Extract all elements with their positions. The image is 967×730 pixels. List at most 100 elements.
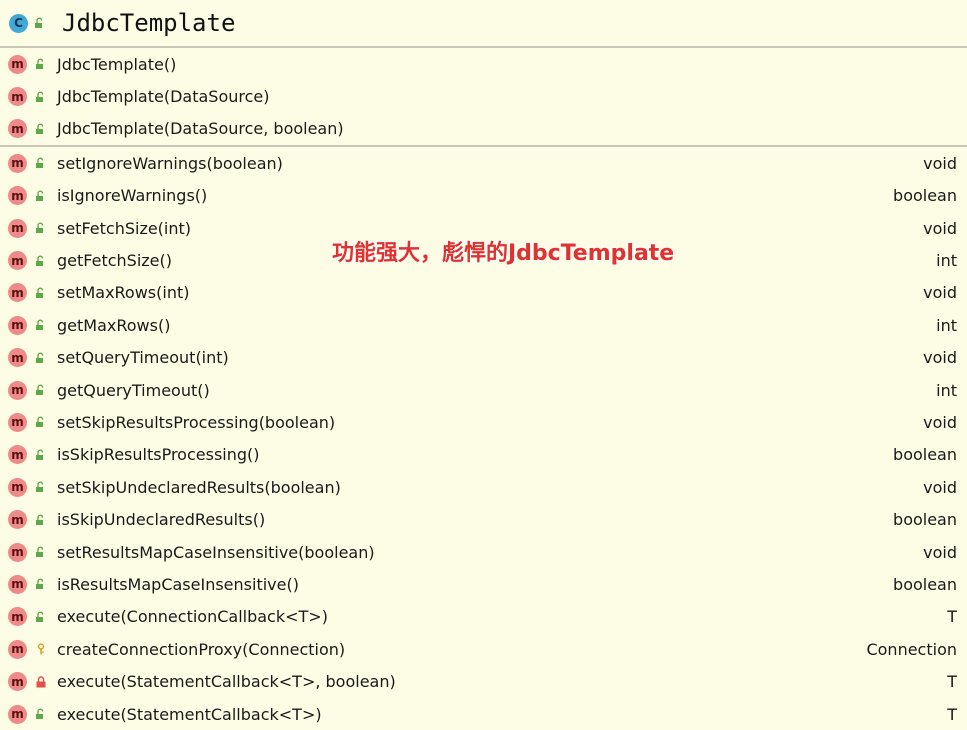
method-row[interactable]: m setIgnoreWarnings(boolean) void [0, 147, 967, 179]
public-visibility-icon [35, 708, 47, 720]
return-type: T [947, 672, 957, 692]
return-type: boolean [893, 574, 957, 594]
public-visibility-icon [35, 222, 47, 234]
return-type: boolean [893, 186, 957, 206]
class-icon: C [9, 13, 28, 33]
public-visibility-icon [35, 157, 47, 169]
return-type: void [923, 412, 957, 432]
return-type: T [947, 704, 957, 724]
method-row[interactable]: m setMaxRows(int) void [0, 277, 967, 309]
method-icon: m [8, 445, 27, 465]
public-visibility-icon [35, 58, 47, 70]
return-type: int [936, 251, 957, 271]
method-signature: setIgnoreWarnings(boolean) [57, 153, 283, 173]
return-type: Connection [866, 639, 957, 659]
method-icon: m [8, 574, 27, 594]
method-row[interactable]: m setSkipUndeclaredResults(boolean) void [0, 471, 967, 503]
method-row[interactable]: m getMaxRows() int [0, 309, 967, 341]
method-row[interactable]: m execute(StatementCallback<T>, boolean) T [0, 665, 967, 697]
public-visibility-icon [35, 546, 47, 558]
public-visibility-icon [35, 123, 47, 135]
method-signature: setSkipUndeclaredResults(boolean) [57, 477, 341, 497]
method-signature: isIgnoreWarnings() [57, 186, 208, 206]
method-signature: execute(ConnectionCallback<T>) [57, 607, 328, 627]
method-row[interactable]: m createConnectionProxy(Connection) Connec… [0, 633, 967, 665]
private-visibility-icon [35, 675, 47, 688]
constructor-signature: JdbcTemplate() [57, 54, 177, 74]
method-row[interactable]: m setQueryTimeout(int) void [0, 342, 967, 374]
method-icon: m [8, 704, 27, 724]
method-row[interactable]: m execute(StatementCallback<T>) T [0, 698, 967, 730]
public-visibility-icon [35, 91, 47, 103]
method-row[interactable]: m setSkipResultsProcessing(boolean) void [0, 406, 967, 438]
method-signature: setResultsMapCaseInsensitive(boolean) [57, 542, 375, 562]
return-type: void [923, 283, 957, 303]
method-row[interactable]: m setResultsMapCaseInsensitive(boolean) vo… [0, 536, 967, 568]
return-type: void [923, 218, 957, 238]
public-visibility-icon [35, 255, 47, 267]
public-visibility-icon [35, 481, 47, 493]
public-visibility-icon [35, 578, 47, 590]
method-icon: m [8, 315, 27, 335]
method-icon: m [8, 510, 27, 530]
return-type: void [923, 542, 957, 562]
protected-visibility-icon [35, 643, 47, 655]
class-title: JdbcTemplate [62, 9, 236, 37]
method-row[interactable]: m isResultsMapCaseInsensitive() boolean [0, 568, 967, 600]
method-row[interactable]: m isSkipResultsProcessing() boolean [0, 439, 967, 471]
return-type: int [936, 315, 957, 335]
method-icon: m [8, 153, 27, 173]
method-icon: m [8, 87, 27, 107]
public-visibility-icon [35, 514, 47, 526]
method-signature: execute(StatementCallback<T>, boolean) [57, 672, 396, 692]
method-signature: isSkipResultsProcessing() [57, 445, 260, 465]
return-type: int [936, 380, 957, 400]
method-icon: m [8, 218, 27, 238]
constructor-signature: JdbcTemplate(DataSource, boolean) [57, 119, 344, 139]
method-icon: m [8, 251, 27, 271]
method-icon: m [8, 380, 27, 400]
return-type: boolean [893, 510, 957, 530]
method-icon: m [8, 477, 27, 497]
method-signature: isResultsMapCaseInsensitive() [57, 574, 299, 594]
public-visibility-icon [35, 611, 47, 623]
method-row[interactable]: m isIgnoreWarnings() boolean [0, 180, 967, 212]
public-visibility-icon [35, 319, 47, 331]
constructor-signature: JdbcTemplate(DataSource) [57, 87, 270, 107]
method-signature: isSkipUndeclaredResults() [57, 510, 266, 530]
public-unlock-icon [34, 17, 46, 29]
constructor-row[interactable]: m JdbcTemplate() [0, 48, 967, 80]
public-visibility-icon [35, 449, 47, 461]
return-type: void [923, 348, 957, 368]
class-header: C JdbcTemplate [0, 0, 967, 48]
return-type: boolean [893, 445, 957, 465]
method-icon: m [8, 412, 27, 432]
public-visibility-icon [35, 287, 47, 299]
annotation-overlay: 功能强大，彪悍的JdbcTemplate [332, 241, 675, 266]
method-signature: setMaxRows(int) [57, 283, 190, 303]
method-signature: getQueryTimeout() [57, 380, 210, 400]
method-signature: execute(StatementCallback<T>) [57, 704, 322, 724]
method-icon: m [8, 186, 27, 206]
method-row[interactable]: m execute(ConnectionCallback<T>) T [0, 601, 967, 633]
public-visibility-icon [35, 416, 47, 428]
return-type: T [947, 607, 957, 627]
method-signature: getMaxRows() [57, 315, 171, 335]
constructor-list: m JdbcTemplate() m JdbcTemplate(DataSource)… [0, 48, 967, 148]
public-visibility-icon [35, 384, 47, 396]
public-visibility-icon [35, 190, 47, 202]
method-signature: createConnectionProxy(Connection) [57, 639, 346, 659]
method-row[interactable]: m getQueryTimeout() int [0, 374, 967, 406]
return-type: void [923, 477, 957, 497]
method-icon: m [8, 54, 27, 74]
method-icon: m [8, 672, 27, 692]
constructor-row[interactable]: m JdbcTemplate(DataSource, boolean) [0, 113, 967, 145]
method-signature: setQueryTimeout(int) [57, 348, 229, 368]
method-signature: setSkipResultsProcessing(boolean) [57, 412, 336, 432]
method-icon: m [8, 348, 27, 368]
method-row[interactable]: m isSkipUndeclaredResults() boolean [0, 503, 967, 535]
method-icon: m [8, 607, 27, 627]
method-icon: m [8, 283, 27, 303]
constructor-row[interactable]: m JdbcTemplate(DataSource) [0, 80, 967, 112]
public-visibility-icon [35, 352, 47, 364]
